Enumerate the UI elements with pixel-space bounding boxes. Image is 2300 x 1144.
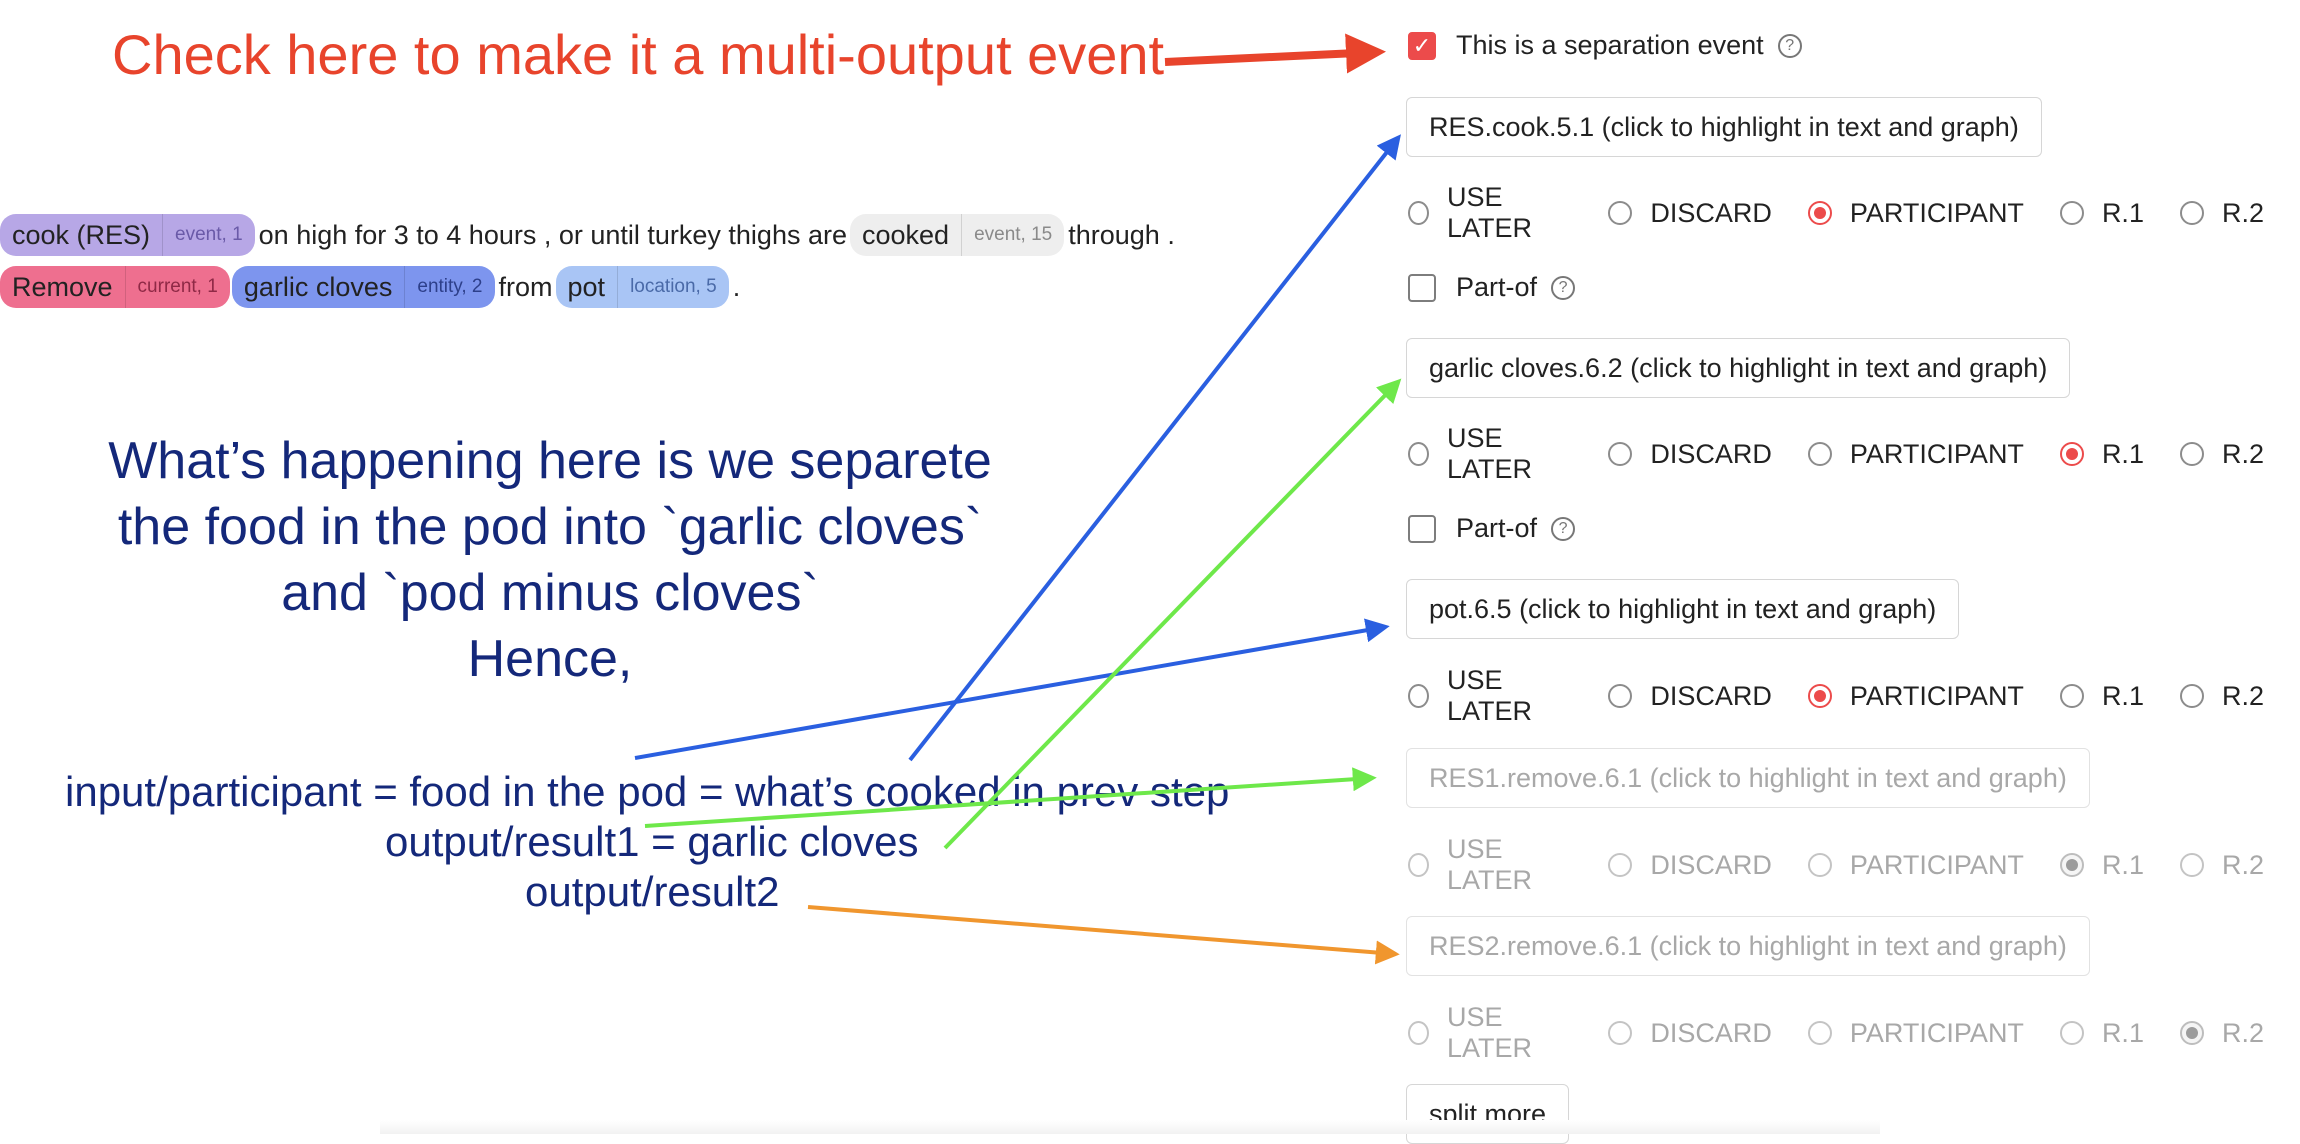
annotation-arrows: [634, 33, 1402, 965]
arrow-blue-to-pot: [634, 618, 1390, 760]
arrow-orange-to-res2: [807, 905, 1400, 965]
arrow-red: [1164, 33, 1386, 74]
arrow-green-to-garlic: [943, 378, 1402, 850]
